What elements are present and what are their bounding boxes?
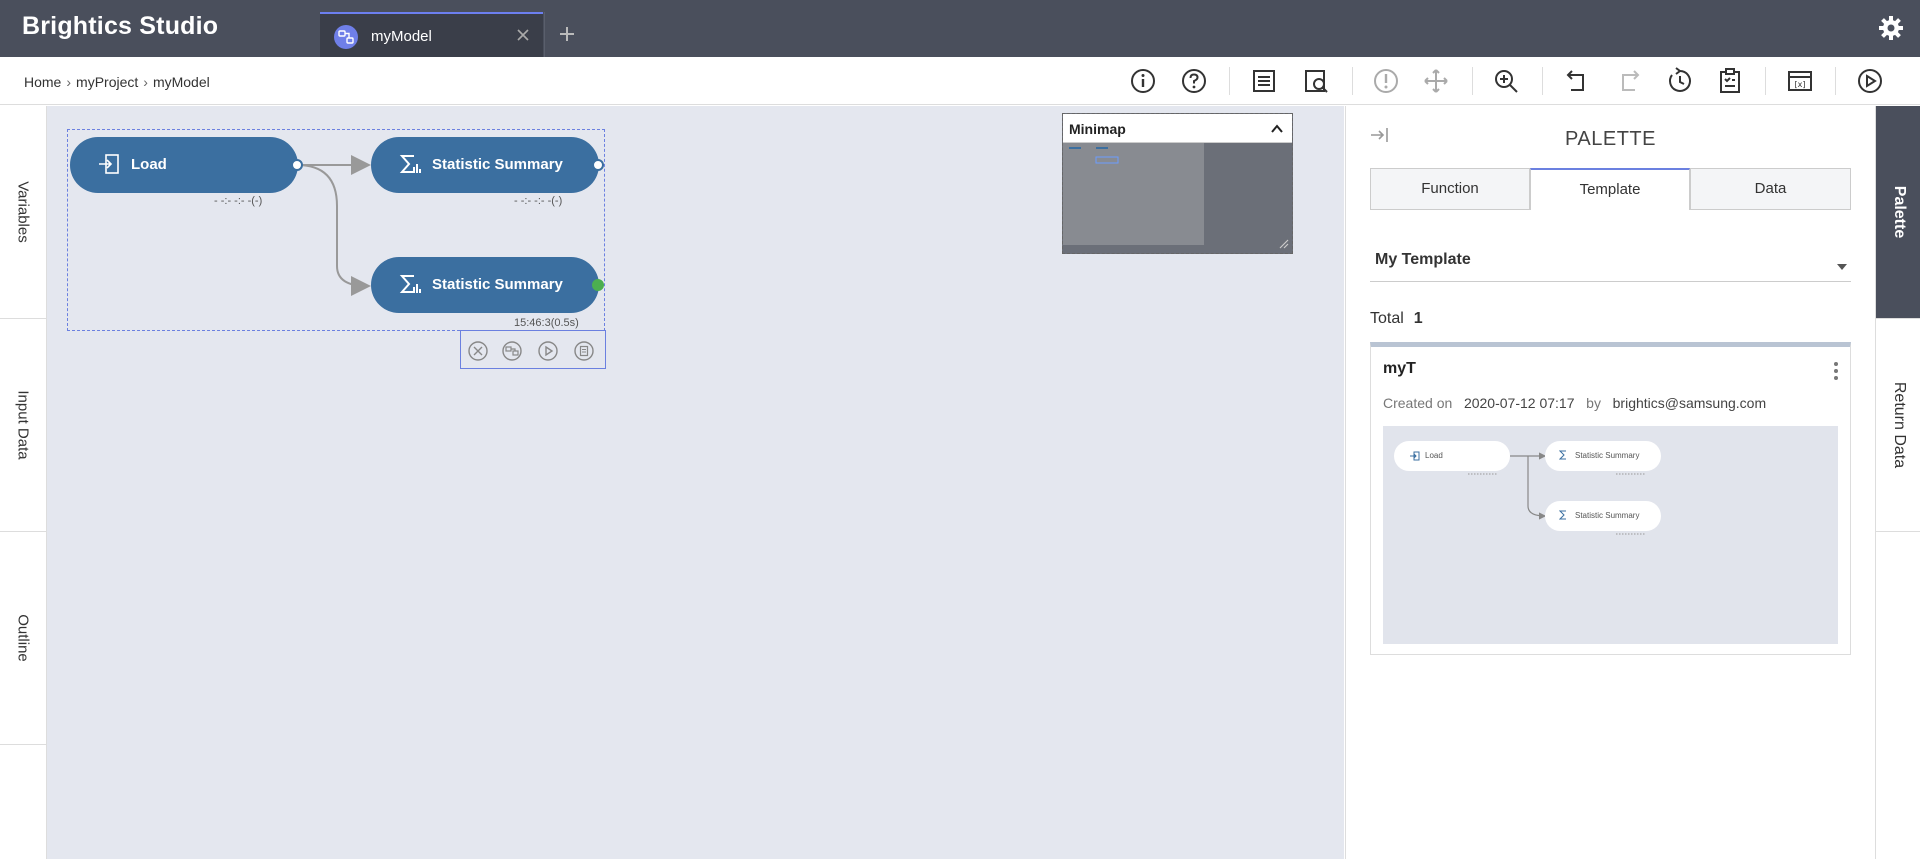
output-port[interactable] [291,159,303,171]
breadcrumb-home[interactable]: Home [24,74,61,90]
template-type-select[interactable]: My Template [1370,234,1851,282]
model-canvas[interactable]: Load - -:- -:- -(-) Statistic Summary - … [47,106,1344,859]
template-card[interactable]: myT Created on 2020-07-12 07:17 by brigh… [1370,342,1851,655]
template-select-value: My Template [1375,251,1471,268]
gear-icon[interactable] [1876,13,1906,43]
resize-handle-icon[interactable] [1279,239,1289,249]
total-label: Total [1370,310,1404,327]
variable-window-icon[interactable]: [x] [1786,67,1814,95]
preview-node-load: Load [1394,441,1510,471]
link-icon[interactable] [501,340,523,362]
plus-icon [560,27,574,41]
node-status: - -:- -:- -(-) [214,195,263,207]
node-load[interactable]: Load [70,137,298,193]
chevron-right-icon: › [143,74,148,90]
created-date: 2020-07-12 07:17 [1463,395,1575,411]
model-toolbar: Home › myProject › myModel [x] [0,57,1920,105]
chevron-right-icon: › [66,74,72,90]
node-status: 15:46:3(0.5s) [514,317,579,329]
sigma-icon [399,153,421,179]
history-icon[interactable] [1666,67,1694,95]
breadcrumb-project[interactable]: myProject [76,74,138,90]
template-total: Total 1 [1370,310,1423,328]
rail-tab-palette[interactable]: Palette [1876,106,1920,319]
minimap-viewport[interactable] [1063,143,1204,245]
output-port[interactable] [592,159,604,171]
sigma-icon [1559,450,1566,460]
tab-function[interactable]: Function [1370,168,1530,210]
breadcrumb-model: myModel [152,74,210,90]
template-preview: Load Statistic Summary Statistic Summary [1383,426,1838,644]
palette-panel: PALETTE Function Template Data My Templa… [1345,106,1874,859]
model-icon [334,25,358,49]
run-node-icon[interactable] [537,340,559,362]
template-name: myT [1383,360,1416,377]
right-rail: Palette Return Data [1875,106,1920,859]
app-title: Brightics Studio [22,12,219,40]
tab-label: myModel [371,28,432,45]
load-icon [98,153,120,179]
template-meta: Created on 2020-07-12 07:17 by brightics… [1383,395,1767,411]
checklist-icon[interactable] [1250,67,1278,95]
clipboard-icon[interactable] [1716,67,1744,95]
minimap[interactable]: Minimap [1062,113,1293,254]
breadcrumb: Home › myProject › myModel [24,74,210,90]
output-port-success[interactable] [592,279,604,291]
undo-icon[interactable] [1563,67,1591,95]
rail-tab-input-data[interactable]: Input Data [0,319,46,532]
node-label: Statistic Summary [432,276,563,293]
minimap-title: Minimap [1069,121,1126,137]
caret-down-icon [1837,257,1847,273]
help-icon[interactable] [1180,67,1208,95]
node-status: - -:- -:- -(-) [514,195,563,207]
tab-mymodel[interactable]: myModel [320,12,543,57]
zoom-in-icon[interactable] [1492,67,1520,95]
delete-icon[interactable] [467,340,489,362]
clipboard-icon[interactable] [573,340,595,362]
palette-tabs: Function Template Data [1370,168,1851,210]
node-action-bar [460,330,606,369]
node-statistic-summary[interactable]: Statistic Summary [371,257,599,313]
redo-icon[interactable] [1615,67,1643,95]
search-report-icon[interactable] [1302,67,1330,95]
rail-tab-outline[interactable]: Outline [0,532,46,745]
tab-template[interactable]: Template [1530,168,1690,210]
tab-data[interactable]: Data [1690,168,1851,210]
close-icon[interactable] [513,25,533,45]
author: brightics@samsung.com [1612,395,1767,411]
move-icon[interactable] [1422,67,1450,95]
preview-node-statistic-summary: Statistic Summary [1545,441,1661,471]
info-icon[interactable] [1129,67,1157,95]
node-label: Statistic Summary [432,156,563,173]
run-icon[interactable] [1856,67,1884,95]
preview-node-statistic-summary: Statistic Summary [1545,501,1661,531]
sigma-icon [399,273,421,299]
app-header: Brightics Studio myModel [0,0,1920,57]
rail-tab-return-data[interactable]: Return Data [1876,319,1920,532]
total-count: 1 [1413,310,1423,327]
svg-text:[x]: [x] [1795,80,1806,89]
left-rail: Variables Input Data Outline [0,106,47,859]
load-icon [1410,451,1420,461]
palette-title: PALETTE [1565,128,1656,150]
add-tab-button[interactable] [544,12,588,57]
node-statistic-summary[interactable]: Statistic Summary [371,137,599,193]
chevron-up-icon[interactable] [1270,122,1284,138]
warning-icon[interactable] [1372,67,1400,95]
rail-tab-variables[interactable]: Variables [0,106,46,319]
node-label: Load [131,156,167,173]
minimap-header: Minimap [1063,114,1292,143]
sigma-icon [1559,510,1566,520]
more-vertical-icon[interactable] [1833,361,1839,384]
